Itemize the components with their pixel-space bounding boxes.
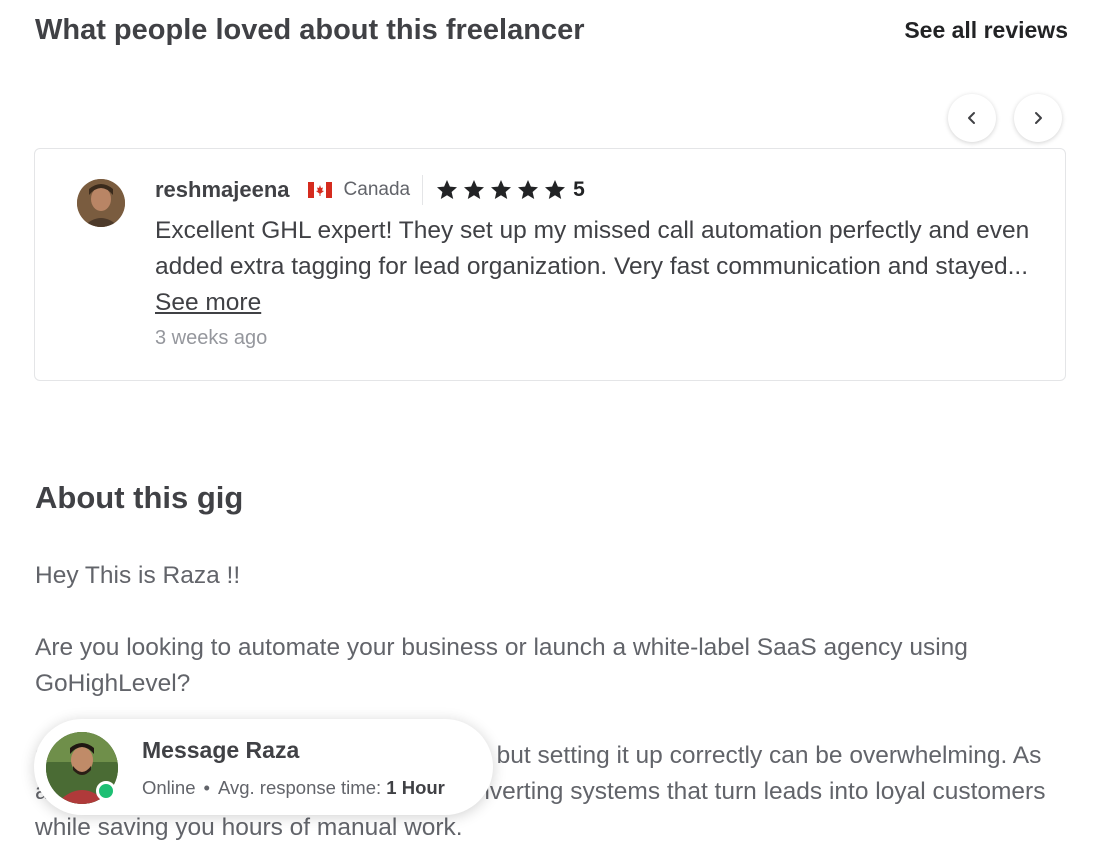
- previous-review-button[interactable]: [948, 94, 996, 142]
- message-seller-bar[interactable]: Message Raza Online • Avg. response time: …: [34, 719, 493, 815]
- chevron-left-icon: [968, 112, 975, 124]
- review-text: Excellent GHL expert! They set up my mis…: [155, 213, 1045, 321]
- online-status-text: Online: [142, 777, 196, 798]
- response-time-value: 1 Hour: [386, 777, 445, 798]
- next-review-button[interactable]: [1014, 94, 1062, 142]
- review-card: reshmajeena Canada 5 Excellent GHL exper…: [34, 148, 1066, 381]
- reviews-header: What people loved about this freelancer …: [35, 12, 1068, 48]
- review-body: Excellent GHL expert! They set up my mis…: [155, 217, 1030, 280]
- canada-flag-icon: [307, 182, 332, 198]
- reviewer-country: Canada: [343, 179, 411, 200]
- star-icon: [518, 180, 539, 199]
- review-time-ago: 3 weeks ago: [155, 327, 268, 349]
- star-icon: [491, 180, 512, 199]
- about-gig-title: About this gig: [35, 480, 244, 515]
- about-paragraph: Hey This is Raza !!: [35, 562, 241, 589]
- star-icon: [437, 180, 458, 199]
- reviewer-avatar: [77, 179, 125, 227]
- star-rating: [435, 178, 567, 202]
- reviews-section-title: What people loved about this freelancer: [35, 14, 585, 46]
- seller-status-line: Online • Avg. response time: 1 Hour: [142, 777, 445, 799]
- meta-divider: [422, 175, 424, 205]
- review-meta: reshmajeena Canada 5: [155, 175, 585, 205]
- star-icon: [464, 180, 485, 199]
- online-status-dot: [96, 781, 116, 801]
- chevron-right-icon: [1035, 112, 1042, 124]
- status-separator: •: [203, 777, 210, 798]
- about-paragraph: Are you looking to automate your busines…: [35, 634, 968, 697]
- see-all-reviews-link[interactable]: See all reviews: [904, 16, 1068, 44]
- message-seller-title: Message Raza: [142, 737, 300, 763]
- star-icon: [545, 180, 566, 199]
- reviewer-name: reshmajeena: [155, 177, 290, 202]
- response-time-label: Avg. response time:: [217, 777, 382, 798]
- rating-value: 5: [573, 178, 585, 201]
- see-more-link[interactable]: See more: [155, 289, 261, 316]
